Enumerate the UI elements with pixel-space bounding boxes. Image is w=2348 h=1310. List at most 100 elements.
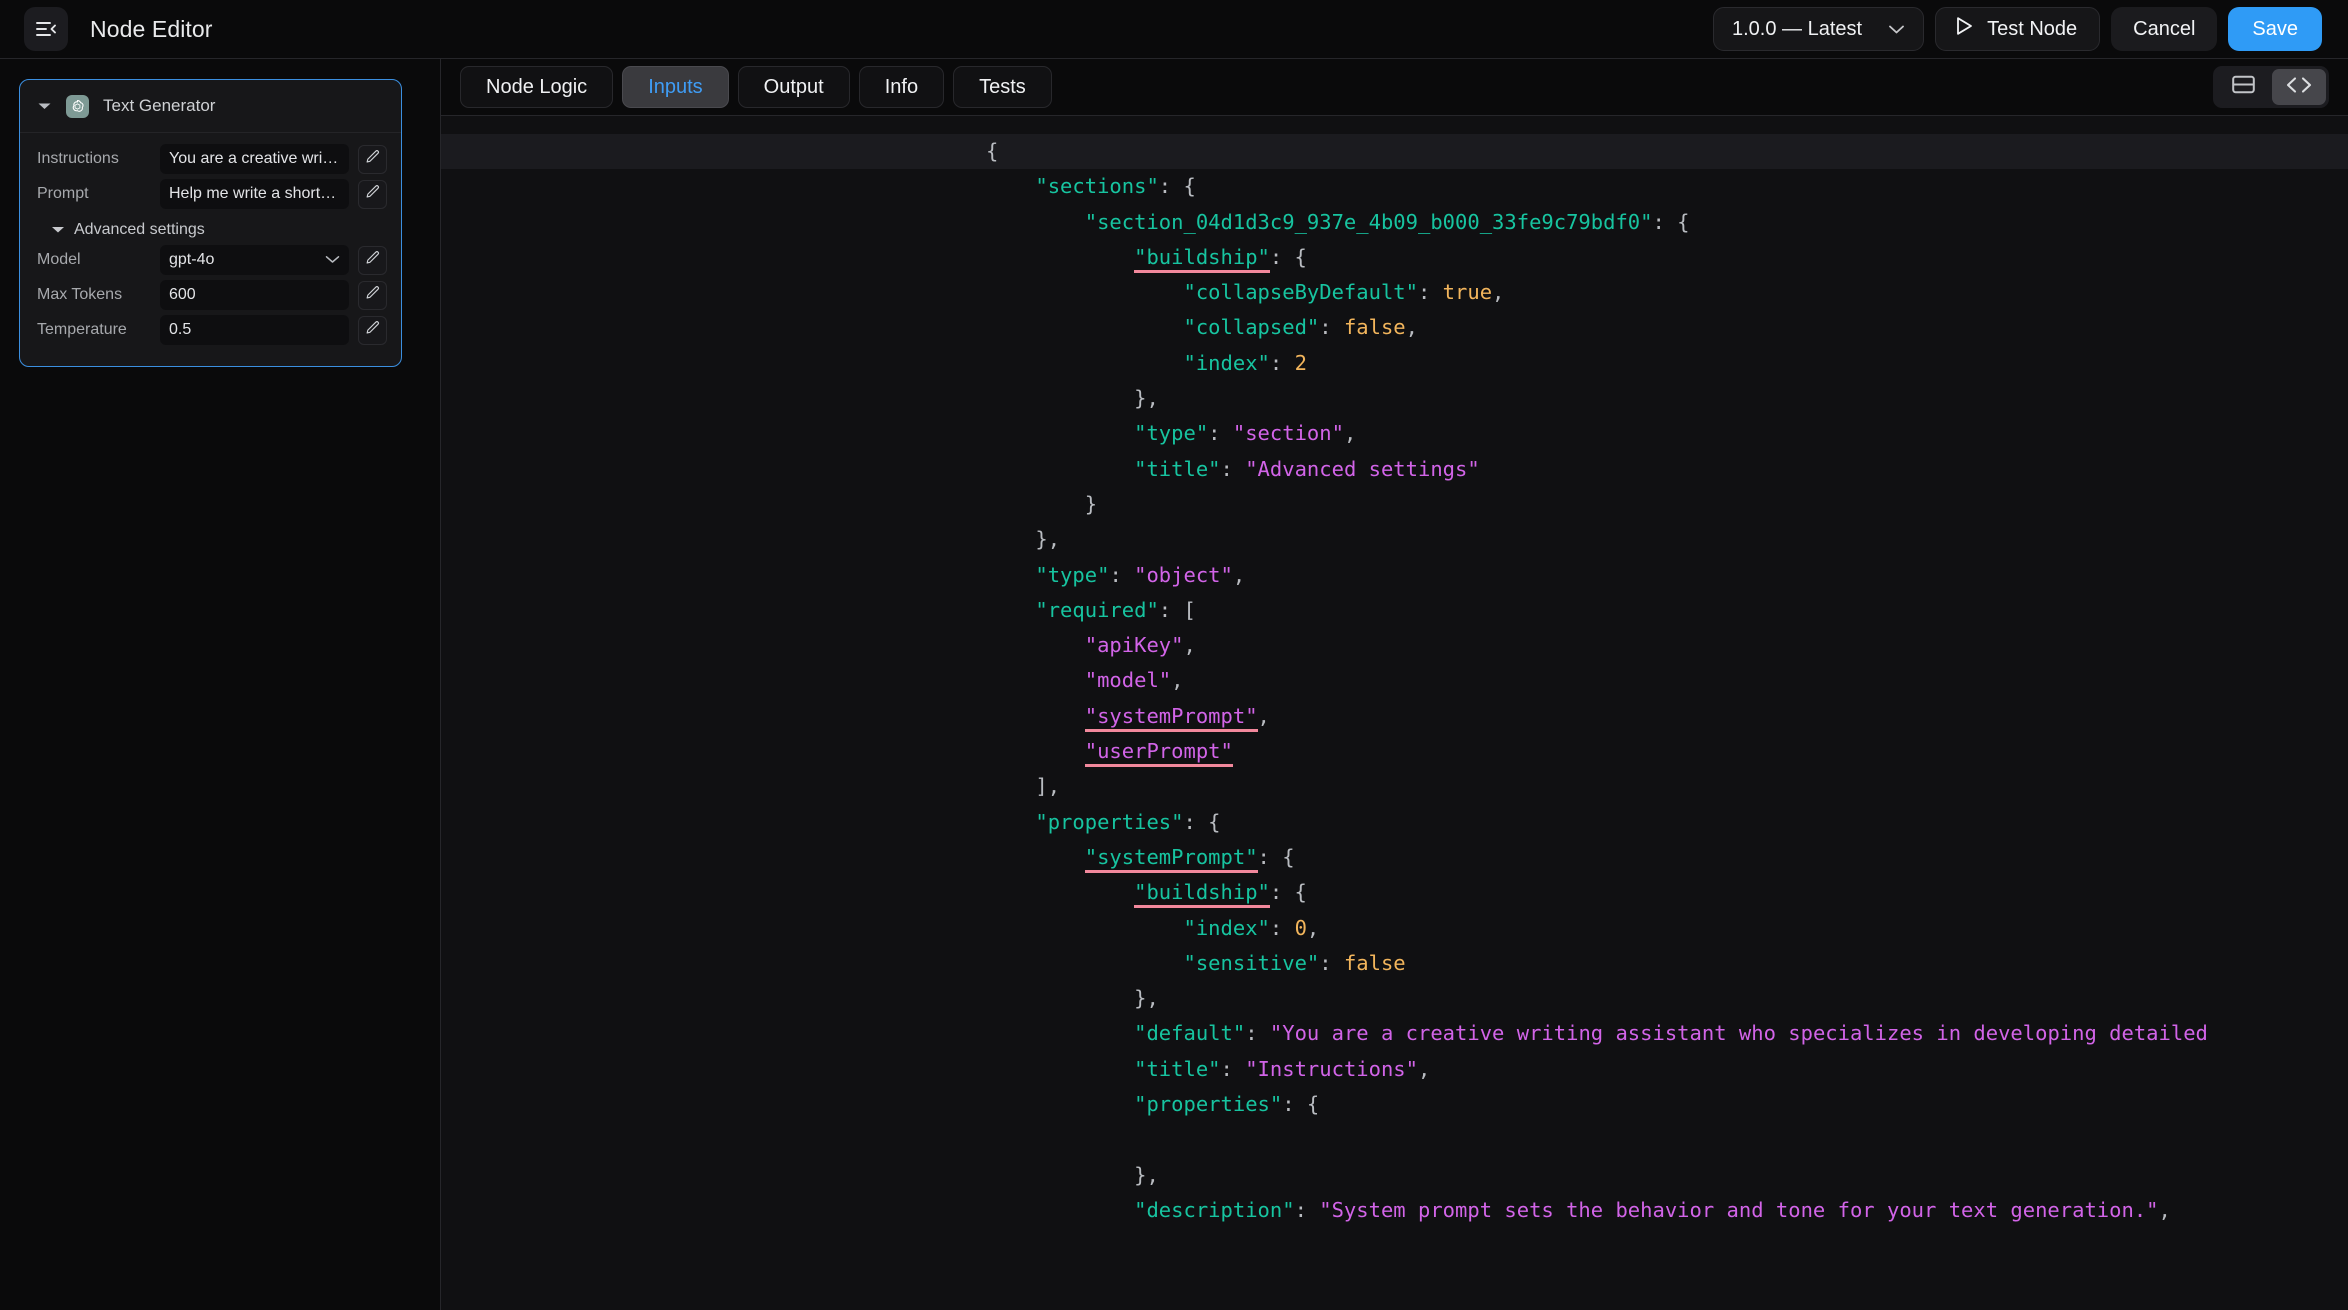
edit-instructions-button[interactable] bbox=[358, 144, 387, 174]
code-line: "properties": { bbox=[441, 805, 2348, 840]
edit-max-tokens-button[interactable] bbox=[358, 280, 387, 310]
prompt-value: Help me write a short st... bbox=[169, 185, 340, 202]
tab-tests[interactable]: Tests bbox=[953, 66, 1052, 108]
code-view-icon bbox=[2285, 75, 2313, 100]
code-line: { bbox=[441, 134, 2348, 170]
field-label-temperature: Temperature bbox=[37, 321, 127, 338]
chevron-down-icon bbox=[325, 251, 340, 269]
code-token-error: "buildship" bbox=[1134, 244, 1270, 273]
code-token-error: "userPrompt" bbox=[1084, 739, 1233, 768]
code-editor-content[interactable]: { "sections": { "section_04d1d3c9_937e_4… bbox=[441, 116, 2348, 1310]
code-line: "model", bbox=[441, 663, 2348, 698]
code-token: "title" bbox=[1134, 456, 1221, 481]
code-token: : { bbox=[1158, 174, 1196, 199]
page-title: Node Editor bbox=[90, 15, 213, 42]
code-token: , bbox=[1257, 703, 1270, 728]
chevron-down-icon[interactable] bbox=[37, 101, 52, 111]
table-view-icon bbox=[2231, 74, 2256, 100]
code-token: "properties" bbox=[1134, 1092, 1283, 1117]
code-token: 2 bbox=[1294, 350, 1307, 375]
node-card-header[interactable]: Text Generator bbox=[20, 80, 401, 133]
node-card-text-generator[interactable]: Text Generator Instructions You are a cr… bbox=[19, 79, 402, 367]
temperature-input[interactable]: 0.5 bbox=[160, 315, 349, 345]
version-dropdown[interactable]: 1.0.0 — Latest bbox=[1713, 7, 1925, 51]
code-token: : bbox=[1109, 562, 1135, 587]
code-token: "properties" bbox=[1035, 809, 1184, 834]
field-row-temperature: Temperature 0.5 bbox=[34, 315, 387, 345]
temperature-value: 0.5 bbox=[169, 321, 192, 338]
table-view-button[interactable] bbox=[2216, 69, 2270, 105]
code-token: }, bbox=[986, 527, 1061, 552]
field-label-max-tokens: Max Tokens bbox=[37, 286, 123, 303]
test-node-label: Test Node bbox=[1987, 17, 2078, 40]
field-row-instructions: Instructions You are a creative writin..… bbox=[34, 144, 387, 174]
field-row-prompt: Prompt Help me write a short st... bbox=[34, 179, 387, 209]
code-token: : bbox=[1319, 950, 1344, 975]
tab-node-logic[interactable]: Node Logic bbox=[460, 66, 614, 108]
edit-model-button[interactable] bbox=[358, 245, 387, 275]
code-token: }, bbox=[986, 1162, 1159, 1187]
tab-info[interactable]: Info bbox=[858, 66, 945, 108]
tab-inputs[interactable]: Inputs bbox=[622, 66, 729, 108]
field-row-max-tokens: Max Tokens 600 bbox=[34, 280, 387, 310]
code-token: : bbox=[1294, 1197, 1320, 1222]
prompt-input[interactable]: Help me write a short st... bbox=[160, 179, 349, 209]
save-button[interactable]: Save bbox=[2228, 7, 2322, 51]
field-label-prompt: Prompt bbox=[37, 185, 89, 202]
top-bar: Node Editor 1.0.0 — Latest Test Node Can… bbox=[0, 0, 2348, 58]
test-node-button[interactable]: Test Node bbox=[1935, 7, 2101, 51]
code-token: "Instructions" bbox=[1245, 1056, 1418, 1081]
code-token: ], bbox=[986, 774, 1061, 799]
code-line: "section_04d1d3c9_937e_4b09_b000_33fe9c7… bbox=[441, 205, 2348, 240]
code-token: "index" bbox=[1183, 350, 1270, 375]
code-token-error: "systemPrompt" bbox=[1084, 703, 1258, 732]
cancel-button[interactable]: Cancel bbox=[2111, 7, 2218, 51]
code-line: "buildship": { bbox=[441, 240, 2348, 275]
edit-temperature-button[interactable] bbox=[358, 315, 387, 345]
code-token: , bbox=[1418, 1056, 1431, 1081]
code-token: : bbox=[1220, 1056, 1246, 1081]
code-line: "title": "Advanced settings" bbox=[441, 452, 2348, 487]
instructions-input[interactable]: You are a creative writin... bbox=[160, 144, 349, 174]
code-token: false bbox=[1343, 315, 1406, 340]
top-bar-actions: 1.0.0 — Latest Test Node Cancel Save bbox=[1713, 7, 2322, 51]
code-line: }, bbox=[441, 1158, 2348, 1193]
code-token-error: "systemPrompt" bbox=[1084, 844, 1258, 873]
code-token: , bbox=[1306, 915, 1320, 940]
caret-down-icon bbox=[51, 221, 65, 239]
code-token: : bbox=[1208, 421, 1233, 446]
edit-prompt-button[interactable] bbox=[358, 179, 387, 209]
tab-bar: Node Logic Inputs Output Info Tests bbox=[441, 59, 2348, 115]
max-tokens-input[interactable]: 600 bbox=[160, 280, 349, 310]
node-title: Text Generator bbox=[103, 96, 216, 115]
version-label: 1.0.0 — Latest bbox=[1732, 17, 1863, 40]
advanced-settings-toggle[interactable]: Advanced settings bbox=[34, 214, 387, 245]
code-token: }, bbox=[986, 386, 1159, 411]
code-token: "description" bbox=[1134, 1197, 1295, 1222]
code-token: : { bbox=[1269, 244, 1307, 269]
code-token: : bbox=[1269, 915, 1295, 940]
code-editor[interactable]: { "sections": { "section_04d1d3c9_937e_4… bbox=[441, 115, 2348, 1310]
code-line: "required": [ bbox=[441, 593, 2348, 628]
code-view-button[interactable] bbox=[2272, 69, 2326, 105]
code-token: "collapseByDefault" bbox=[1183, 280, 1418, 305]
pencil-icon bbox=[365, 149, 381, 170]
code-token: : bbox=[1417, 280, 1443, 305]
code-line: "systemPrompt", bbox=[441, 699, 2348, 734]
code-token: , bbox=[1232, 562, 1246, 587]
detail-pane: Node Logic Inputs Output Info Tests {"s… bbox=[441, 59, 2348, 1310]
model-select[interactable]: gpt-4o bbox=[160, 245, 349, 275]
code-line: "sections": { bbox=[441, 169, 2348, 204]
code-line: "apiKey", bbox=[441, 628, 2348, 663]
code-token: , bbox=[1405, 315, 1418, 340]
sidebar-toggle-button[interactable] bbox=[24, 7, 68, 51]
tab-output[interactable]: Output bbox=[737, 66, 850, 108]
